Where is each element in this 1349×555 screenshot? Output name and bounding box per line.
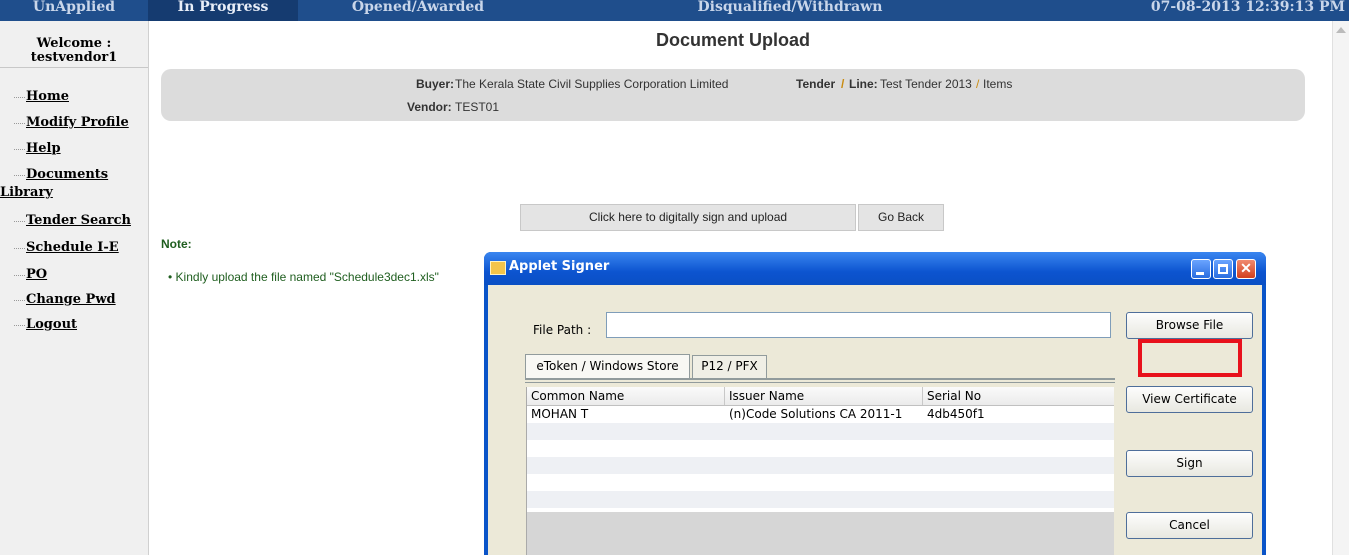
tender-info-panel: Buyer: The Kerala State Civil Supplies C… bbox=[161, 69, 1305, 121]
sidebar-item-home[interactable]: Home bbox=[26, 89, 69, 104]
sidebar-item-documents[interactable]: Documents bbox=[26, 167, 108, 182]
sidebar-item-schedule[interactable]: Schedule I-E bbox=[26, 240, 119, 255]
sidebar: Welcome : testvendor1 Home Modify Profil… bbox=[0, 21, 149, 555]
window-titlebar[interactable]: Applet Signer ✕ bbox=[484, 252, 1266, 285]
tender-value: Test Tender 2013 bbox=[880, 77, 972, 91]
tab-opened-awarded[interactable]: Opened/Awarded bbox=[298, 0, 538, 21]
cell-serial-no: 4db450f1 bbox=[927, 407, 985, 421]
empty-row bbox=[527, 440, 1114, 457]
empty-row bbox=[527, 491, 1114, 508]
cell-issuer-name: (n)Code Solutions CA 2011-1 bbox=[729, 407, 903, 421]
tree-connector bbox=[14, 123, 25, 125]
certificate-table: Common Name Issuer Name Serial No MOHAN … bbox=[526, 387, 1114, 555]
tab-in-progress[interactable]: In Progress bbox=[148, 0, 298, 21]
tender-value-slash: / bbox=[976, 77, 980, 91]
page-scrollbar[interactable] bbox=[1332, 21, 1349, 555]
note-item: • Kindly upload the file named "Schedule… bbox=[168, 270, 439, 284]
sidebar-item-modify-profile[interactable]: Modify Profile bbox=[26, 115, 129, 130]
file-path-input[interactable] bbox=[606, 312, 1111, 338]
note-text: Kindly upload the file named "Schedule3d… bbox=[175, 270, 439, 284]
sidebar-item-po[interactable]: PO bbox=[26, 267, 47, 282]
sidebar-item-logout[interactable]: Logout bbox=[26, 317, 77, 332]
browse-file-button[interactable]: Browse File bbox=[1126, 312, 1253, 339]
note-label: Note: bbox=[161, 237, 192, 251]
tree-connector bbox=[14, 325, 25, 327]
empty-row bbox=[527, 423, 1114, 440]
highlight-box bbox=[1138, 339, 1242, 377]
empty-row bbox=[527, 457, 1114, 474]
sign-upload-button[interactable]: Click here to digitally sign and upload bbox=[520, 204, 856, 231]
tab-p12-pfx[interactable]: P12 / PFX bbox=[692, 355, 767, 378]
page-title: Document Upload bbox=[655, 30, 810, 50]
username: testvendor1 bbox=[30, 50, 118, 65]
tab-unapplied[interactable]: UnApplied bbox=[0, 0, 148, 21]
view-certificate-button[interactable]: View Certificate bbox=[1126, 386, 1253, 413]
tree-connector bbox=[14, 248, 25, 250]
file-path-label: File Path : bbox=[533, 323, 592, 337]
buyer-label: Buyer: bbox=[416, 77, 455, 91]
sidebar-item-change-pwd[interactable]: Change Pwd bbox=[26, 292, 116, 307]
window-title: Applet Signer bbox=[509, 259, 610, 274]
status-tab-bar: UnApplied In Progress Opened/Awarded Dis… bbox=[0, 0, 1349, 21]
sidebar-item-help[interactable]: Help bbox=[26, 141, 61, 156]
welcome-block: Welcome : testvendor1 bbox=[0, 37, 148, 65]
sidebar-item-library[interactable]: Library bbox=[0, 185, 53, 200]
sign-button[interactable]: Sign bbox=[1126, 450, 1253, 477]
buyer-value: The Kerala State Civil Supplies Corporat… bbox=[455, 77, 729, 91]
applet-signer-window: Applet Signer ✕ File Path : Browse File … bbox=[484, 252, 1266, 555]
tab-divider bbox=[525, 378, 1115, 380]
tender-line-slash: / bbox=[841, 77, 845, 91]
tree-connector bbox=[14, 221, 25, 223]
sidebar-item-tender-search[interactable]: Tender Search bbox=[26, 213, 131, 228]
vendor-label: Vendor: bbox=[407, 100, 452, 114]
tab-etoken-windows-store[interactable]: eToken / Windows Store bbox=[525, 354, 690, 378]
tree-connector bbox=[14, 149, 25, 151]
welcome-label: Welcome : bbox=[36, 36, 112, 51]
column-header-serial-no[interactable]: Serial No bbox=[923, 387, 1114, 405]
vendor-value: TEST01 bbox=[455, 100, 500, 114]
line-label: Line: bbox=[849, 77, 878, 91]
table-row[interactable]: MOHAN T (n)Code Solutions CA 2011-1 4db4… bbox=[527, 406, 1114, 423]
tree-connector bbox=[14, 175, 25, 177]
table-empty-area bbox=[527, 512, 1114, 555]
tab-divider bbox=[525, 382, 1115, 383]
column-header-issuer-name[interactable]: Issuer Name bbox=[725, 387, 923, 405]
cancel-button[interactable]: Cancel bbox=[1126, 512, 1253, 539]
tree-connector bbox=[14, 275, 25, 277]
line-value: Items bbox=[983, 77, 1013, 91]
tree-connector bbox=[14, 97, 25, 99]
close-icon[interactable]: ✕ bbox=[1236, 259, 1256, 279]
tree-connector bbox=[14, 300, 25, 302]
cell-common-name: MOHAN T bbox=[531, 407, 589, 421]
scroll-up-arrow-icon[interactable] bbox=[1336, 27, 1346, 33]
go-back-button[interactable]: Go Back bbox=[858, 204, 944, 231]
tab-disqualified-withdrawn[interactable]: Disqualified/Withdrawn bbox=[540, 0, 1040, 21]
window-body: File Path : Browse File View Certificate… bbox=[488, 285, 1262, 555]
sidebar-divider bbox=[0, 67, 148, 68]
java-app-icon bbox=[490, 261, 506, 275]
empty-row bbox=[527, 474, 1114, 491]
minimize-icon[interactable] bbox=[1191, 259, 1211, 279]
table-header: Common Name Issuer Name Serial No bbox=[527, 387, 1114, 406]
maximize-icon[interactable] bbox=[1213, 259, 1233, 279]
tender-label: Tender bbox=[796, 77, 836, 91]
column-header-common-name[interactable]: Common Name bbox=[527, 387, 725, 405]
datetime-display: 07-08-2013 12:39:13 PM bbox=[1150, 0, 1345, 15]
